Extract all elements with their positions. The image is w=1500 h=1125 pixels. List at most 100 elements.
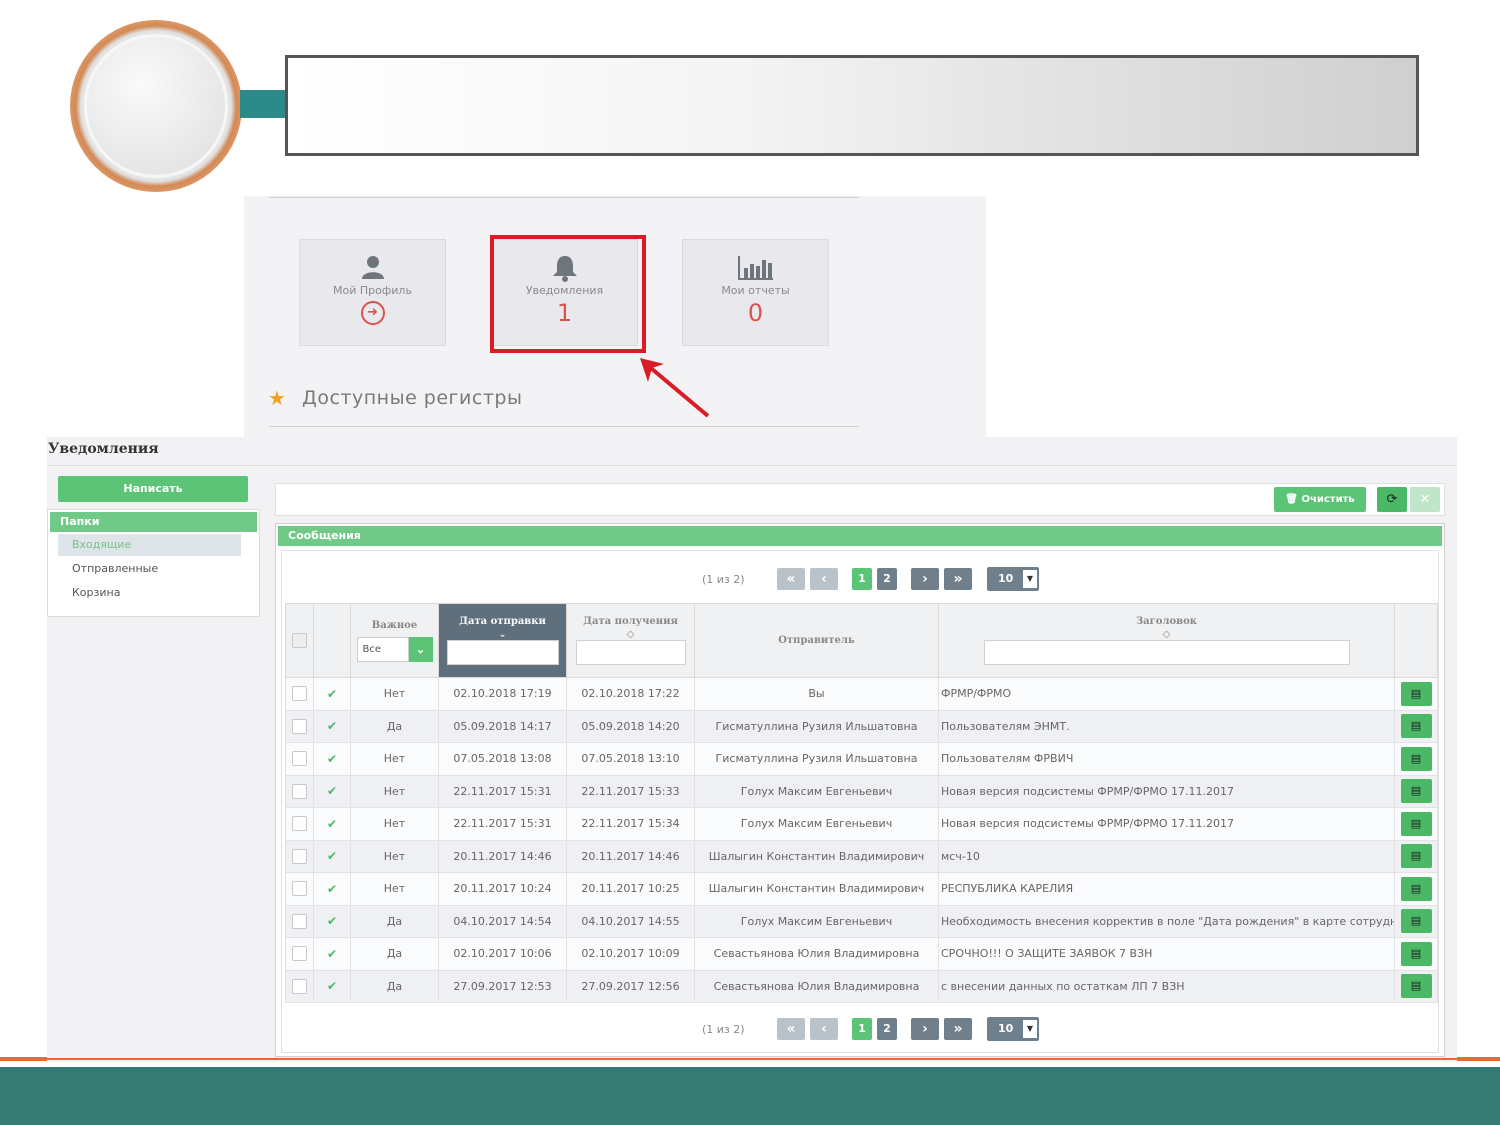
next-page-icon[interactable]: › [911,1018,939,1040]
important-filter-select[interactable]: Все ⌄ [356,636,433,662]
page-button-1[interactable]: 1 [852,1018,872,1040]
open-message-icon[interactable]: ▤ [1400,974,1432,999]
last-page-icon[interactable]: » [944,1018,972,1040]
open-message-icon[interactable]: ▤ [1400,844,1432,869]
row-select-cell [285,774,314,808]
table-row[interactable]: ✔ Нет 02.10.2018 17:19 02.10.2018 17:22 Вы ФР… [285,677,1438,711]
pager-info: (1 из 2) [702,572,745,586]
row-checkbox[interactable] [292,913,307,929]
prev-page-icon[interactable]: ‹ [810,1018,838,1040]
folder-inbox[interactable]: Входящие [58,534,241,556]
sent-date-filter[interactable] [446,640,559,665]
table-row[interactable]: ✔ Да 02.10.2017 10:06 02.10.2017 10:09 Севас… [285,937,1438,971]
first-page-icon[interactable]: « [777,568,805,590]
table-row[interactable]: ✔ Нет 20.11.2017 14:46 20.11.2017 14:46 Шалы… [285,839,1438,873]
row-select-cell [285,709,314,743]
table-row[interactable]: ✔ Нет 22.11.2017 15:31 22.11.2017 15:34 Голу… [285,807,1438,841]
last-page-icon[interactable]: » [944,568,972,590]
clear-button[interactable]: 🗑 Очистить [1274,487,1366,512]
row-checkbox[interactable] [292,686,307,702]
check-icon: ✔ [326,881,338,896]
folder-sent[interactable]: Отправленные [58,558,241,580]
row-checkbox[interactable] [292,816,307,832]
column-sent-date[interactable]: Дата отправки ⌄ [438,603,567,678]
row-action-cell: ▤ [1394,969,1438,1003]
open-message-icon[interactable]: ▤ [1400,746,1432,771]
table-row[interactable]: ✔ Нет 07.05.2018 13:08 07.05.2018 13:10 Гисм… [285,742,1438,776]
cell-important: Нет [350,807,439,841]
next-page-icon[interactable]: › [911,568,939,590]
row-checkbox[interactable] [292,718,307,734]
row-status-cell: ✔ [313,839,351,873]
cell-title: СРОЧНО!!! О ЗАЩИТЕ ЗАЯВОК 7 ВЗН [938,937,1395,971]
row-action-cell: ▤ [1394,807,1438,841]
open-message-icon[interactable]: ▤ [1400,681,1432,706]
table-row[interactable]: ✔ Да 27.09.2017 12:53 27.09.2017 12:56 Севас… [285,969,1438,1003]
reports-count: 0 [747,299,764,327]
column-sender[interactable]: Отправитель [694,603,939,678]
first-page-icon[interactable]: « [777,1018,805,1040]
open-message-icon[interactable]: ▤ [1400,941,1432,966]
footer-accent-right [1457,1057,1500,1061]
cell-important: Да [350,709,439,743]
row-checkbox[interactable] [292,881,307,897]
tile-my-reports[interactable]: Мои отчеты 0 [682,239,829,346]
open-message-icon[interactable]: ▤ [1400,811,1432,836]
row-checkbox[interactable] [292,751,307,767]
page-size-select[interactable]: 10 ▼ [987,567,1039,591]
open-message-icon[interactable]: ▤ [1400,876,1432,901]
table-row[interactable]: ✔ Да 05.09.2018 14:17 05.09.2018 14:20 Гисма… [285,709,1438,743]
page-button-2[interactable]: 2 [877,568,897,590]
slide-title-box [285,55,1419,156]
cell-received-date: 20.11.2017 10:25 [566,872,695,906]
row-checkbox[interactable] [292,783,307,799]
title-filter[interactable] [983,640,1350,665]
cell-sender: Шалыгин Константин Владимирович [694,872,939,906]
chevron-down-icon: ▼ [1023,1020,1037,1038]
pager-top: (1 из 2) « ‹ 1 2 › » 10 ▼ [702,566,1039,592]
column-received-date[interactable]: Дата получения ◇ [566,603,695,678]
cell-title: Пользователям ФРВИЧ [938,742,1395,776]
column-title[interactable]: Заголовок ◇ [938,603,1395,678]
received-date-filter[interactable] [575,640,686,665]
page-size-select[interactable]: 10 ▼ [987,1017,1039,1041]
prev-page-icon[interactable]: ‹ [810,568,838,590]
row-checkbox[interactable] [292,978,307,994]
write-button[interactable]: Написать [58,476,248,502]
row-checkbox[interactable] [292,946,307,962]
folders-header: Папки [50,512,257,532]
star-icon: ★ [268,386,286,410]
check-icon: ✔ [326,946,338,961]
table-row[interactable]: ✔ Нет 20.11.2017 10:24 20.11.2017 10:25 Шалы… [285,872,1438,906]
open-message-icon[interactable]: ▤ [1400,714,1432,739]
cell-important: Нет [350,742,439,776]
page-button-1[interactable]: 1 [852,568,872,590]
cell-title: с внесении данных по остаткам ЛП 7 ВЗН [938,969,1395,1003]
column-important[interactable]: Важное Все ⌄ [350,603,439,678]
sort-icon: ◇ [1162,629,1171,640]
close-icon[interactable]: ✕ [1410,487,1440,512]
open-message-icon[interactable]: ▤ [1400,909,1432,934]
row-select-cell [285,904,314,938]
folder-trash[interactable]: Корзина [58,582,241,604]
arrow-right-circle-icon[interactable]: ➜ [360,301,385,325]
cell-sent-date: 02.10.2018 17:19 [438,677,567,711]
select-all-checkbox[interactable] [292,633,307,648]
decorative-circle [70,20,242,192]
refresh-icon[interactable]: ⟳ [1377,487,1407,512]
open-message-icon[interactable]: ▤ [1400,779,1432,804]
status-header [313,603,351,678]
table-row[interactable]: ✔ Да 04.10.2017 14:54 04.10.2017 14:55 Голух… [285,904,1438,938]
tile-my-profile[interactable]: Мой Профиль ➜ [299,239,446,346]
page-button-2[interactable]: 2 [877,1018,897,1040]
cell-important: Да [350,904,439,938]
folders-panel: Папки Входящие Отправленные Корзина [47,509,260,617]
messages-toolbar: 🗑 Очистить ⟳ ✕ [275,483,1445,516]
table-row[interactable]: ✔ Нет 22.11.2017 15:31 22.11.2017 15:33 Голу… [285,774,1438,808]
row-select-cell [285,937,314,971]
cell-important: Да [350,937,439,971]
cell-sent-date: 04.10.2017 14:54 [438,904,567,938]
row-checkbox[interactable] [292,848,307,864]
page-size-value: 10 [998,1022,1014,1035]
sort-icon: ◇ [626,629,635,640]
